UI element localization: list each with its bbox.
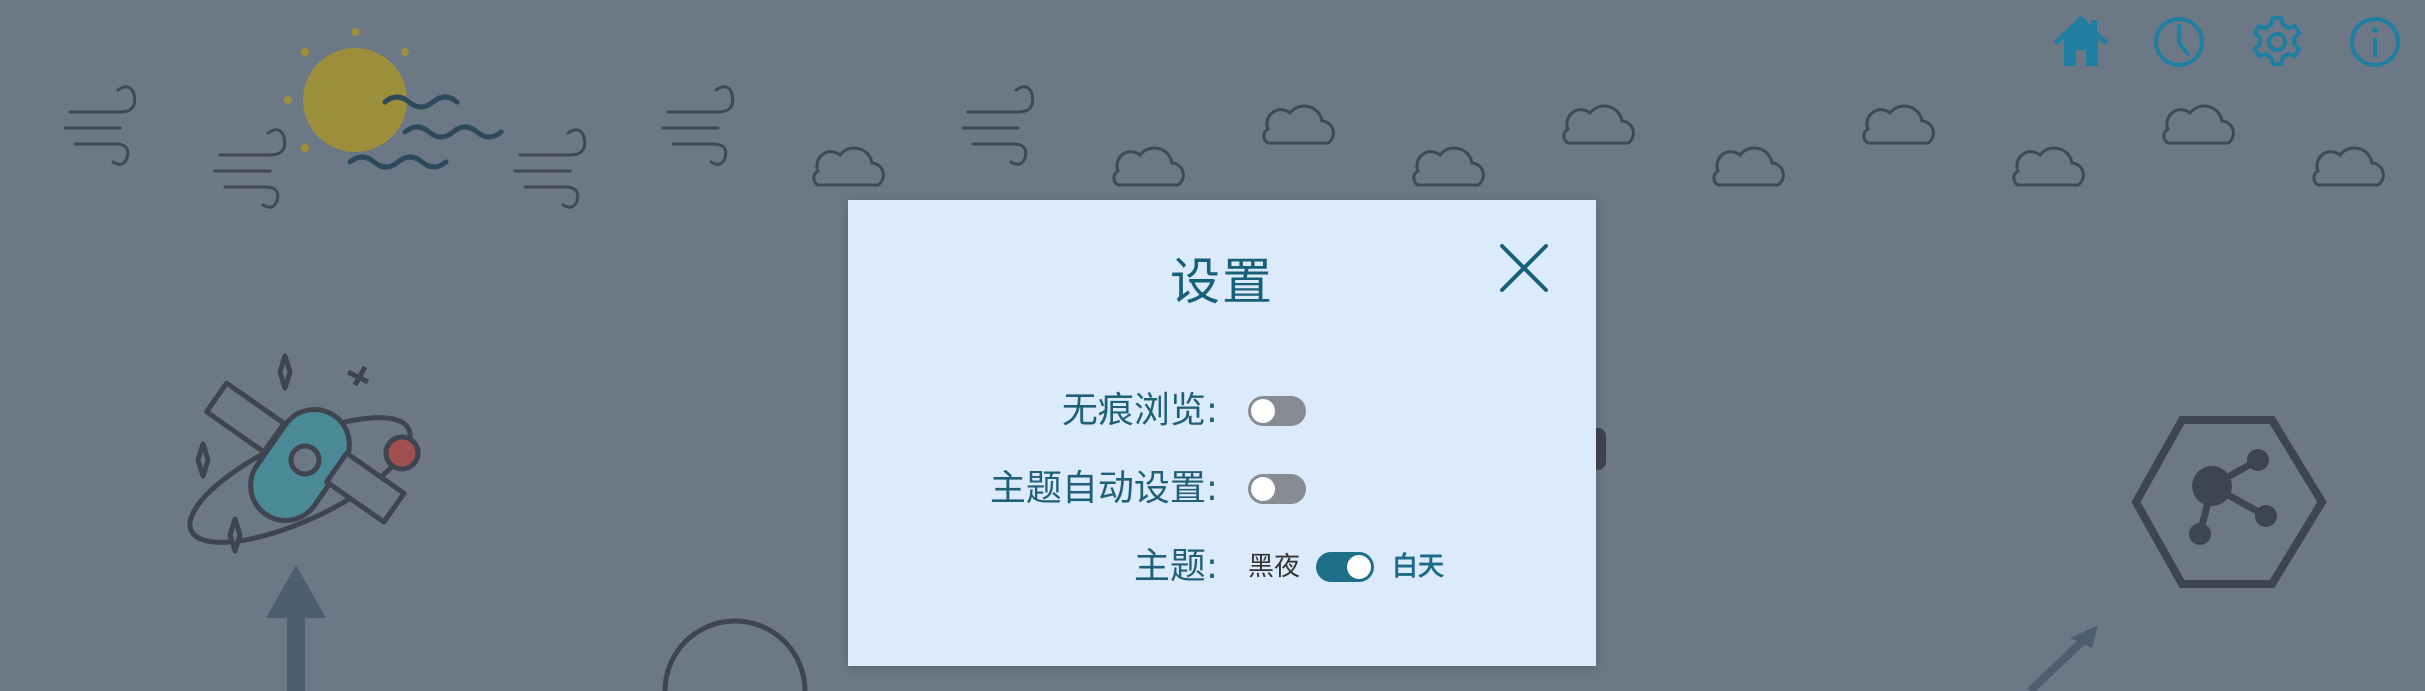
home-button[interactable] (2049, 10, 2113, 74)
sun-icon (284, 28, 409, 152)
private-browsing-row: 无痕浏览: (848, 386, 1596, 436)
history-button[interactable] (2147, 10, 2211, 74)
top-nav (2049, 10, 2407, 74)
toggle-knob (1347, 555, 1371, 579)
toggle-knob (1251, 399, 1275, 423)
close-icon (1500, 244, 1548, 292)
theme-day-label: 白天 (1392, 552, 1445, 582)
share-hexagon-icon (2131, 416, 2327, 588)
theme-toggle[interactable] (1316, 552, 1374, 582)
settings-dialog: 设置 无痕浏览: 主题自动设置: 主题: 黑夜 白天 (848, 200, 1596, 666)
dialog-title: 设置 (1170, 253, 1274, 311)
settings-button[interactable] (2245, 10, 2309, 74)
private-browsing-toggle[interactable] (1248, 396, 1306, 426)
wind-icon (63, 85, 1035, 209)
gear-icon (2252, 16, 2302, 66)
auto-theme-toggle[interactable] (1248, 474, 1306, 504)
theme-night-label: 黑夜 (1248, 552, 1301, 582)
toggle-knob (1251, 477, 1275, 501)
cloud-icon (812, 104, 2385, 187)
home-icon (2054, 16, 2108, 66)
auto-theme-row: 主题自动设置: (848, 464, 1596, 514)
arrow-up-icon (266, 565, 326, 691)
private-browsing-label: 无痕浏览: (1061, 390, 1218, 431)
about-button[interactable] (2343, 10, 2407, 74)
clock-icon (2154, 17, 2204, 67)
close-button[interactable] (1498, 242, 1550, 294)
theme-row: 主题: 黑夜 白天 (848, 542, 1596, 592)
partial-circle-shape (662, 618, 808, 691)
arrow-diagonal-icon (2027, 625, 2098, 691)
satellite-icon (187, 353, 421, 554)
theme-label: 主题: (1133, 546, 1218, 587)
auto-theme-label: 主题自动设置: (989, 468, 1218, 509)
info-icon (2350, 17, 2400, 67)
